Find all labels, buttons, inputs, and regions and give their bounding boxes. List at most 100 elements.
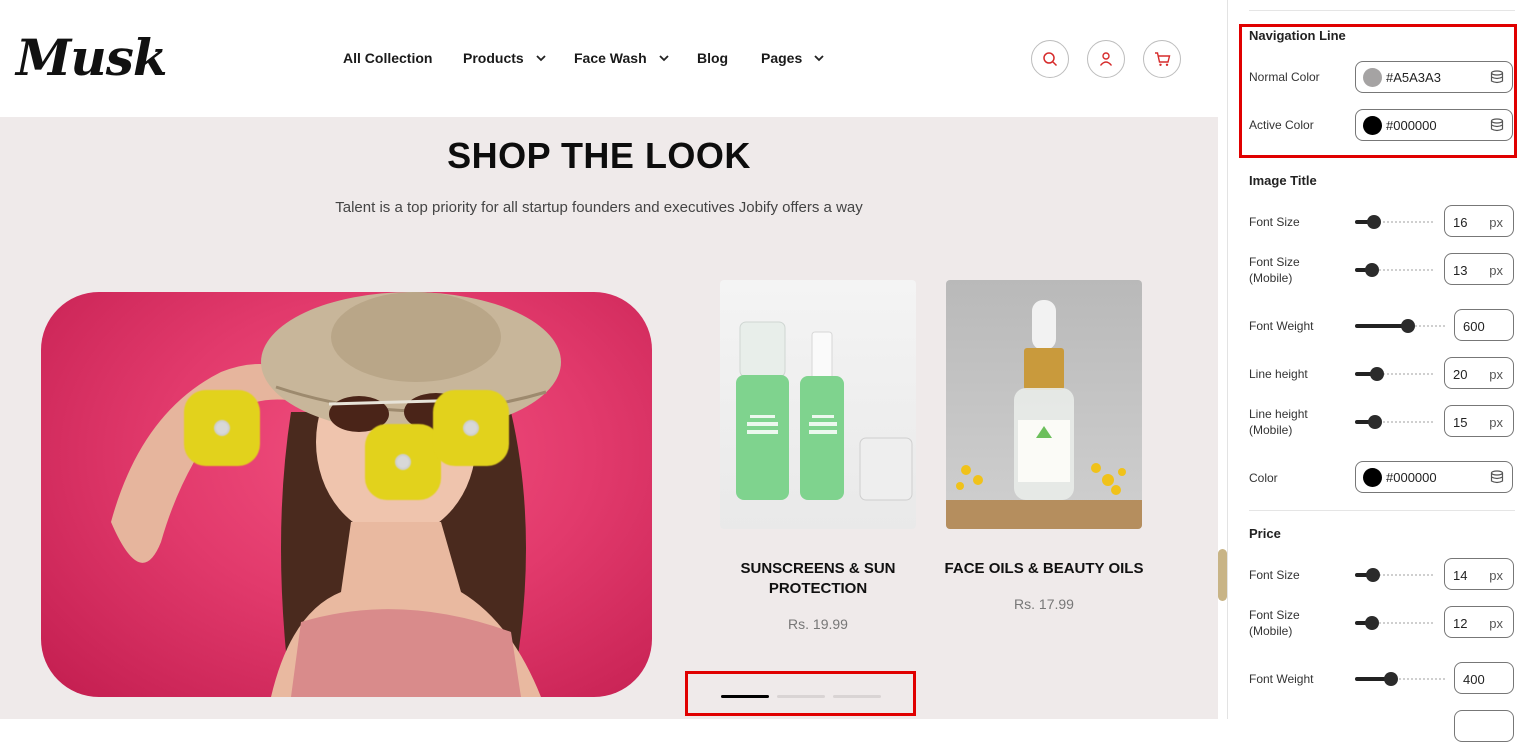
active-color-field[interactable]: #000000 bbox=[1355, 109, 1513, 141]
nav-label: Pages bbox=[761, 50, 803, 66]
line-height-slider[interactable] bbox=[1355, 367, 1435, 381]
input-value[interactable]: 20 bbox=[1453, 367, 1467, 382]
input-value[interactable]: 15 bbox=[1453, 415, 1467, 430]
line-height-input[interactable]: 20 px bbox=[1444, 357, 1514, 389]
nav-all-collection[interactable]: All Collection bbox=[343, 50, 432, 70]
product-title[interactable]: SUNSCREENS & SUN PROTECTION bbox=[720, 559, 916, 599]
price-font-size-mobile-input[interactable]: 12 px bbox=[1444, 606, 1514, 638]
color-label: Color bbox=[1249, 471, 1278, 485]
slider-knob[interactable] bbox=[1368, 415, 1382, 429]
store-preview: Musk All Collection Products Face Wash B… bbox=[0, 0, 1228, 719]
slider-knob[interactable] bbox=[1367, 215, 1381, 229]
nav-pages[interactable]: Pages bbox=[761, 50, 824, 70]
search-button[interactable] bbox=[1031, 40, 1069, 78]
navigation-line-heading: Navigation Line bbox=[1249, 28, 1346, 43]
nav-products[interactable]: Products bbox=[463, 50, 546, 70]
product-image-sunscreen[interactable] bbox=[720, 280, 916, 529]
divider bbox=[1249, 10, 1515, 11]
price-font-weight-slider[interactable] bbox=[1355, 672, 1446, 686]
hotspot-1[interactable] bbox=[184, 390, 260, 466]
scrollbar-thumb[interactable] bbox=[1218, 549, 1227, 601]
font-size-slider[interactable] bbox=[1355, 215, 1435, 229]
database-icon[interactable] bbox=[1490, 70, 1504, 84]
font-size-mobile-input[interactable]: 13 px bbox=[1444, 253, 1514, 285]
hotspot-2[interactable] bbox=[365, 424, 441, 500]
setting-label: Font Weight bbox=[1249, 672, 1314, 686]
font-weight-input[interactable]: 600 bbox=[1454, 309, 1514, 341]
shop-the-look-section: SHOP THE LOOK Talent is a top priority f… bbox=[0, 117, 1218, 719]
nav-face-wash[interactable]: Face Wash bbox=[574, 50, 669, 70]
setting-label: Font Weight bbox=[1249, 319, 1314, 333]
line-height-mobile-input[interactable]: 15 px bbox=[1444, 405, 1514, 437]
price-font-size-input[interactable]: 14 px bbox=[1444, 558, 1514, 590]
site-header: Musk All Collection Products Face Wash B… bbox=[0, 0, 1227, 117]
input-value[interactable]: 14 bbox=[1453, 568, 1467, 583]
product-price: Rs. 17.99 bbox=[1014, 596, 1074, 612]
model-illustration bbox=[111, 292, 561, 697]
color-value[interactable]: #000000 bbox=[1386, 118, 1437, 133]
price-font-size-mobile-slider[interactable] bbox=[1355, 616, 1435, 630]
nav-blog[interactable]: Blog bbox=[697, 50, 728, 70]
hotspot-dot bbox=[214, 420, 230, 436]
font-size-mobile-slider[interactable] bbox=[1355, 263, 1435, 277]
setting-label: Line height bbox=[1249, 367, 1308, 381]
image-title-heading: Image Title bbox=[1249, 173, 1317, 188]
face-oil-bottle-image bbox=[946, 300, 1142, 529]
slider-knob[interactable] bbox=[1401, 319, 1415, 333]
hotspot-dot bbox=[395, 454, 411, 470]
font-size-input[interactable]: 16 px bbox=[1444, 205, 1514, 237]
next-setting-input[interactable] bbox=[1454, 710, 1514, 742]
setting-label: Line height (Mobile) bbox=[1249, 407, 1308, 437]
slider-knob[interactable] bbox=[1370, 367, 1384, 381]
unit-label: px bbox=[1489, 215, 1503, 230]
input-value[interactable]: 600 bbox=[1463, 319, 1485, 334]
font-weight-slider[interactable] bbox=[1355, 319, 1446, 333]
slider-knob[interactable] bbox=[1366, 568, 1380, 582]
input-value[interactable]: 13 bbox=[1453, 263, 1467, 278]
product-title[interactable]: FACE OILS & BEAUTY OILS bbox=[930, 559, 1158, 579]
color-swatch[interactable] bbox=[1363, 68, 1382, 87]
input-value[interactable]: 400 bbox=[1463, 672, 1485, 687]
hotspot-dot bbox=[463, 420, 479, 436]
active-color-label: Active Color bbox=[1249, 118, 1314, 132]
nav-label: Face Wash bbox=[574, 50, 647, 66]
color-value[interactable]: #A5A3A3 bbox=[1386, 70, 1441, 85]
color-value[interactable]: #000000 bbox=[1386, 470, 1437, 485]
color-swatch[interactable] bbox=[1363, 116, 1382, 135]
setting-label: Font Size (Mobile) bbox=[1249, 608, 1300, 638]
chevron-down-icon bbox=[535, 55, 546, 62]
price-font-weight-input[interactable]: 400 bbox=[1454, 662, 1514, 694]
hero-image bbox=[41, 292, 652, 697]
settings-panel: Navigation Line Normal Color #A5A3A3 Act… bbox=[1237, 0, 1521, 742]
user-icon bbox=[1099, 52, 1113, 66]
unit-label: px bbox=[1489, 367, 1503, 382]
line-height-mobile-slider[interactable] bbox=[1355, 415, 1435, 429]
cart-icon bbox=[1154, 52, 1170, 66]
setting-label: Font Size (Mobile) bbox=[1249, 255, 1300, 285]
unit-label: px bbox=[1489, 568, 1503, 583]
input-value[interactable]: 16 bbox=[1453, 215, 1467, 230]
slider-knob[interactable] bbox=[1365, 263, 1379, 277]
account-button[interactable] bbox=[1087, 40, 1125, 78]
normal-color-field[interactable]: #A5A3A3 bbox=[1355, 61, 1513, 93]
setting-label: Font Size bbox=[1249, 215, 1300, 229]
color-swatch[interactable] bbox=[1363, 468, 1382, 487]
site-logo[interactable]: Musk bbox=[16, 28, 167, 87]
chevron-down-icon bbox=[814, 55, 824, 62]
slider-knob[interactable] bbox=[1365, 616, 1379, 630]
product-image-face-oil[interactable] bbox=[946, 280, 1142, 529]
hotspot-3[interactable] bbox=[433, 390, 509, 466]
section-title: SHOP THE LOOK bbox=[447, 135, 751, 176]
slider-knob[interactable] bbox=[1384, 672, 1398, 686]
product-price: Rs. 19.99 bbox=[788, 616, 848, 632]
price-font-size-slider[interactable] bbox=[1355, 568, 1435, 582]
database-icon[interactable] bbox=[1490, 118, 1504, 132]
sunscreen-bottles-image bbox=[736, 321, 913, 501]
input-value[interactable]: 12 bbox=[1453, 616, 1467, 631]
unit-label: px bbox=[1489, 415, 1503, 430]
database-icon[interactable] bbox=[1490, 470, 1504, 484]
cart-button[interactable] bbox=[1143, 40, 1181, 78]
price-heading: Price bbox=[1249, 526, 1281, 541]
title-color-field[interactable]: #000000 bbox=[1355, 461, 1513, 493]
section-subtitle: Talent is a top priority for all startup… bbox=[335, 199, 863, 216]
